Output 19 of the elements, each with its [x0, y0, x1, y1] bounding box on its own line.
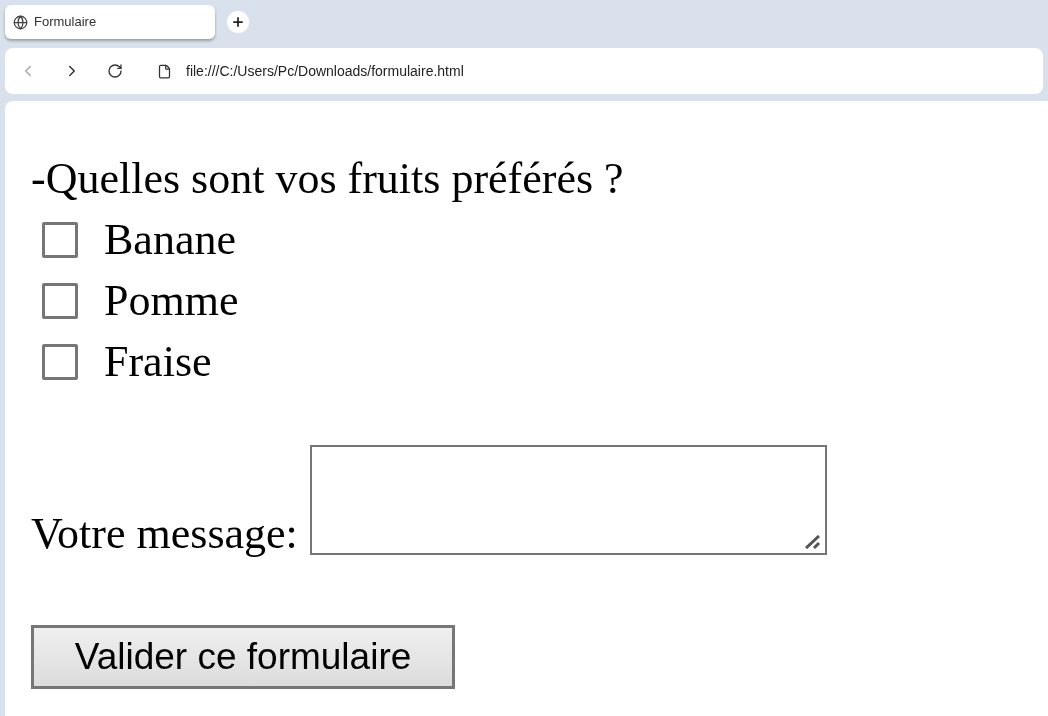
checkbox[interactable] — [42, 282, 78, 319]
file-icon — [157, 63, 172, 79]
reload-icon[interactable] — [107, 63, 123, 79]
checkbox[interactable] — [42, 343, 78, 380]
url-text[interactable]: file:///C:/Users/Pc/Downloads/formulaire.html — [186, 60, 464, 82]
new-tab-button[interactable] — [227, 11, 249, 33]
checkbox[interactable] — [42, 221, 78, 258]
submit-button[interactable]: Valider ce formulaire — [31, 625, 455, 689]
message-label: Votre message: — [31, 509, 298, 559]
question-text: -Quelles sont vos fruits préférés ? — [31, 153, 625, 205]
option-label: Pomme — [104, 274, 239, 327]
plus-icon — [231, 15, 245, 29]
message-field[interactable] — [309, 445, 827, 555]
resize-handle-icon[interactable] — [803, 535, 822, 549]
tab-title: Formulaire — [34, 13, 97, 32]
globe-icon — [13, 14, 28, 30]
option-label: Banane — [104, 213, 236, 266]
option-label: Fraise — [104, 335, 212, 388]
browser-tab[interactable]: Formulaire — [5, 5, 215, 39]
